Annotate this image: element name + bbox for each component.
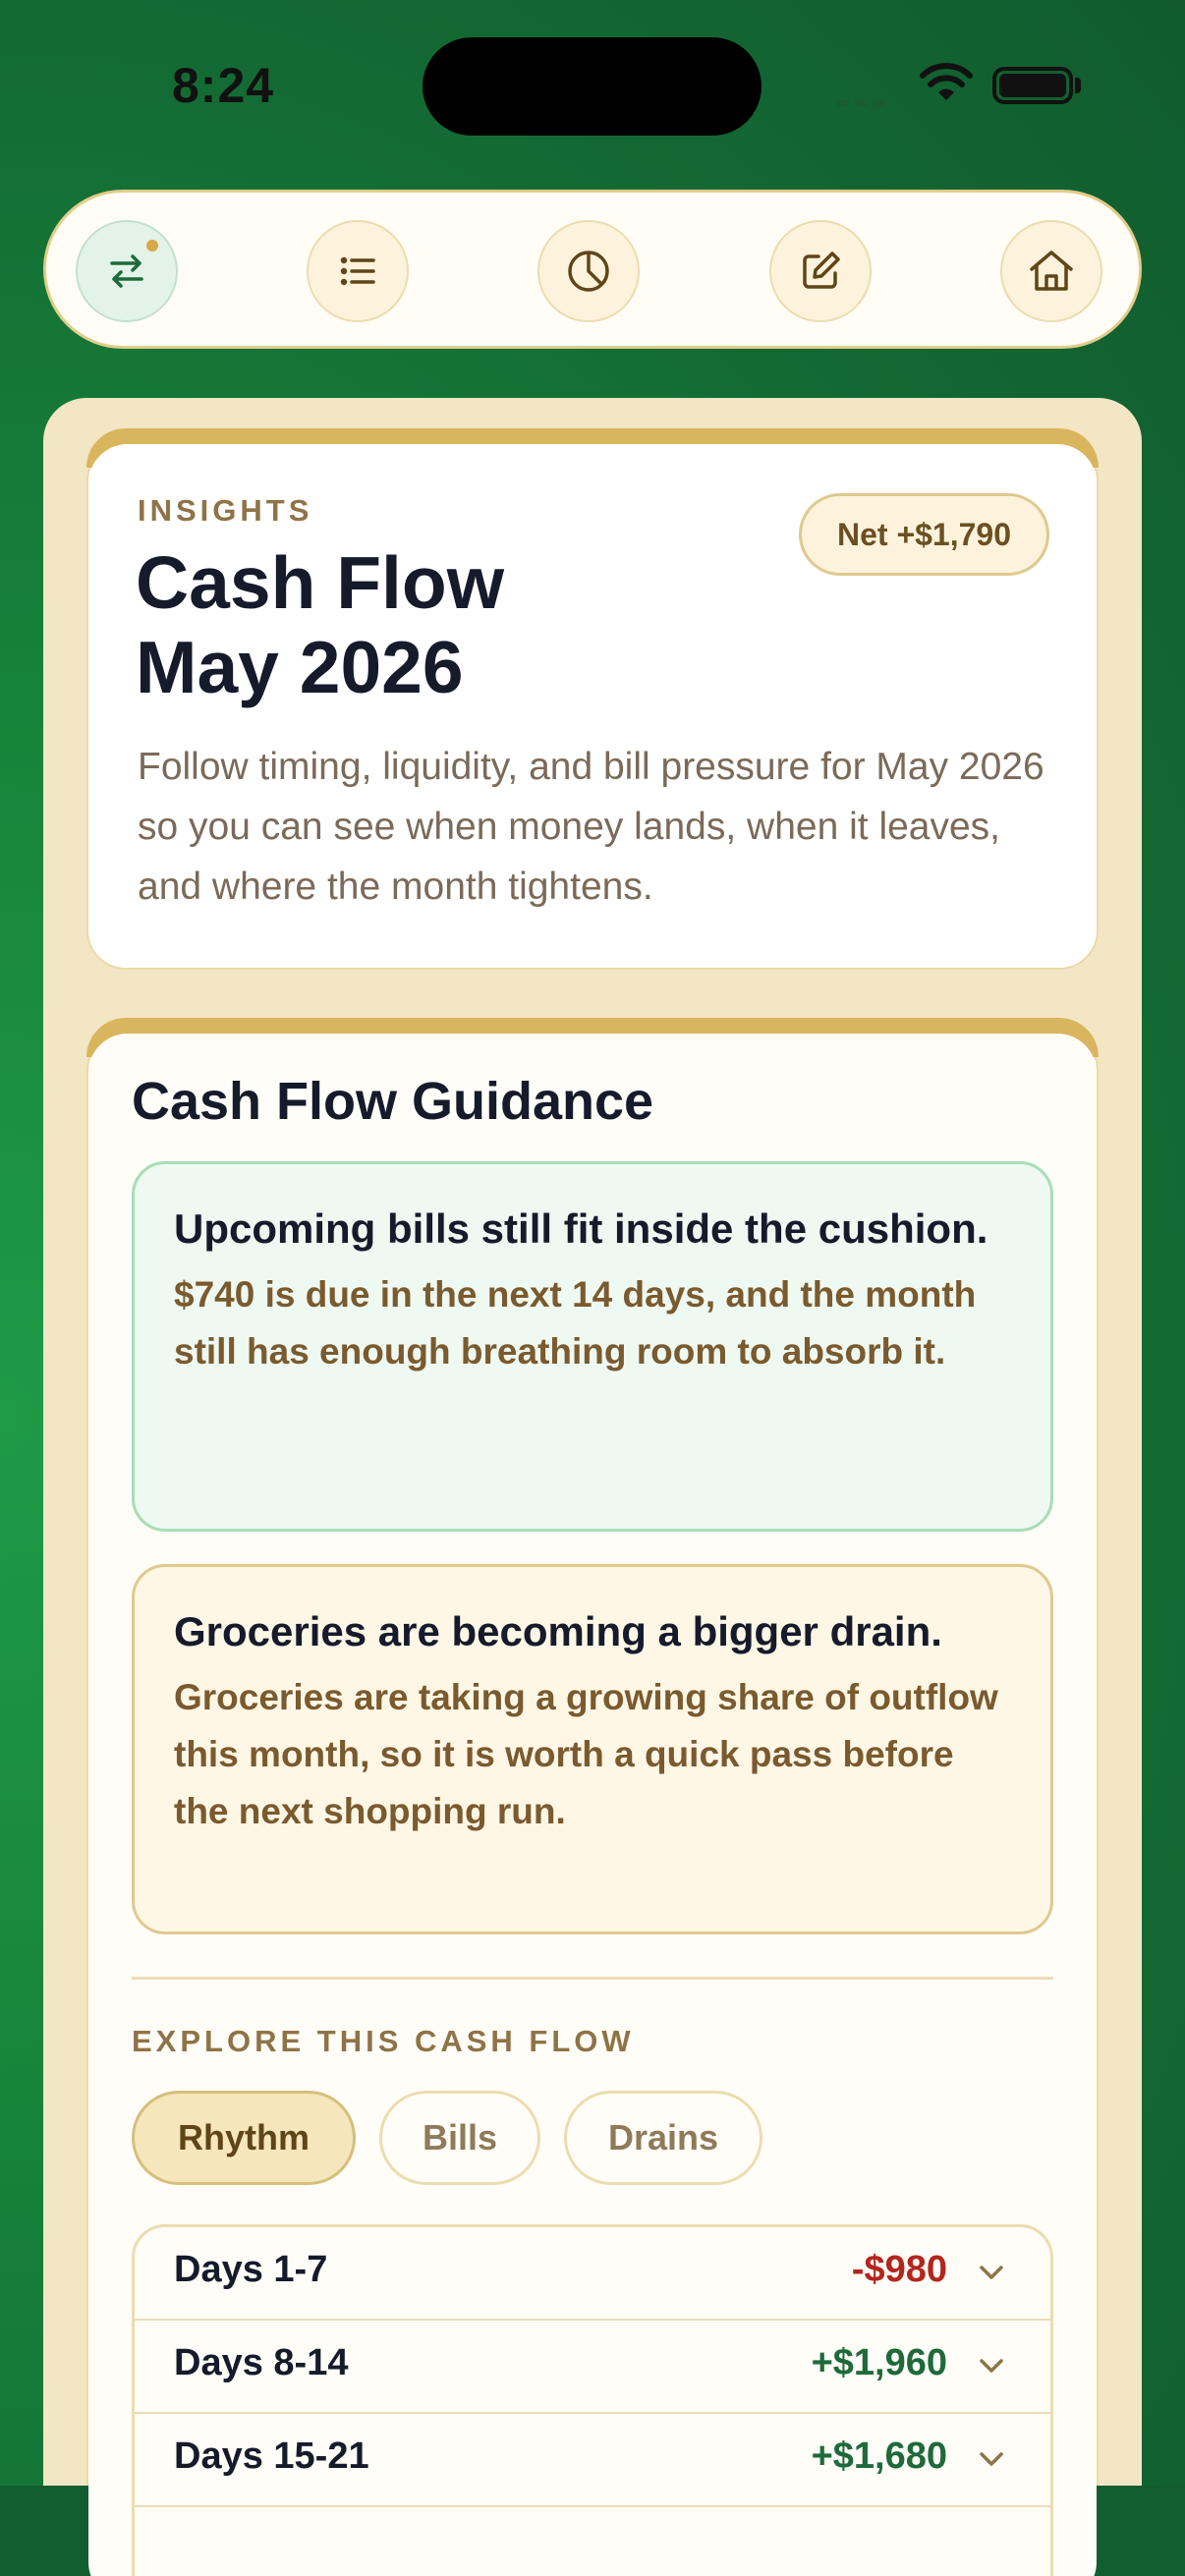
dynamic-island <box>423 37 762 136</box>
cash-flow-period-list: Days 1-7 -$980 Days 8-14 +$1,960 Days 15… <box>132 2224 1053 2576</box>
page-title: Cash Flow May 2026 <box>136 540 504 709</box>
period-label: Days 1-7 <box>174 2249 328 2290</box>
battery-icon <box>992 67 1073 104</box>
guidance-title: Cash Flow Guidance <box>132 1072 654 1131</box>
chevron-down-icon <box>980 2452 1003 2466</box>
content-panel: INSIGHTS Net +$1,790 Cash Flow May 2026 … <box>43 398 1142 2576</box>
callout-bills-ok: Upcoming bills still fit inside the cush… <box>132 1161 1053 1532</box>
page-title-line2: May 2026 <box>136 626 464 708</box>
status-time: 8:24 <box>172 58 275 113</box>
period-amount: +$1,680 <box>811 2436 947 2477</box>
net-badge: Net +$1,790 <box>798 493 1049 576</box>
pie-chart-icon <box>568 251 609 292</box>
callout-body: Groceries are taking a growing share of … <box>174 1677 998 1831</box>
edit-icon <box>803 252 840 289</box>
status-bar: 8:24 <box>0 0 1185 172</box>
home-icon <box>1030 251 1073 291</box>
page-title-line1: Cash Flow <box>136 541 505 624</box>
tab-drains[interactable]: Drains <box>564 2091 762 2185</box>
chevron-down-icon <box>980 2266 1003 2279</box>
wifi-icon <box>920 63 973 100</box>
explore-label: EXPLORE THIS CASH FLOW <box>132 2024 635 2058</box>
top-nav-bar <box>43 190 1142 349</box>
period-label: Days 8-14 <box>174 2342 349 2383</box>
callout-heading: Groceries are becoming a bigger drain. <box>174 1608 942 1654</box>
insights-eyebrow: INSIGHTS <box>138 493 313 528</box>
divider <box>132 1977 1053 1980</box>
tab-rhythm[interactable]: Rhythm <box>132 2091 356 2185</box>
guidance-card: Cash Flow Guidance Upcoming bills still … <box>86 1018 1099 2576</box>
tab-bills[interactable]: Bills <box>379 2091 540 2185</box>
callout-groceries-drain: Groceries are becoming a bigger drain. G… <box>132 1564 1053 1934</box>
period-amount: +$1,960 <box>811 2342 947 2383</box>
nav-cash-flow-button[interactable] <box>76 220 178 322</box>
signal-icon <box>837 94 890 112</box>
list-icon <box>340 256 375 286</box>
list-item[interactable]: Days 1-7 -$980 <box>135 2227 1050 2321</box>
nav-list-button[interactable] <box>307 220 409 322</box>
nav-home-button[interactable] <box>1000 220 1102 322</box>
transfer-arrows-icon <box>110 254 143 288</box>
list-item[interactable]: Days 8-14 +$1,960 <box>135 2321 1050 2414</box>
notification-dot <box>146 240 158 252</box>
insights-header-card: INSIGHTS Net +$1,790 Cash Flow May 2026 … <box>86 428 1099 970</box>
nav-edit-button[interactable] <box>769 220 872 322</box>
period-amount: -$980 <box>851 2249 947 2290</box>
list-item[interactable]: Days 15-21 +$1,680 <box>135 2414 1050 2507</box>
chevron-down-icon <box>980 2359 1003 2373</box>
callout-body: $740 is due in the next 14 days, and the… <box>174 1274 977 1372</box>
period-label: Days 15-21 <box>174 2436 369 2477</box>
nav-insights-button[interactable] <box>537 220 640 322</box>
callout-heading: Upcoming bills still fit inside the cush… <box>174 1205 988 1252</box>
insights-description: Follow timing, liquidity, and bill press… <box>138 746 1044 908</box>
